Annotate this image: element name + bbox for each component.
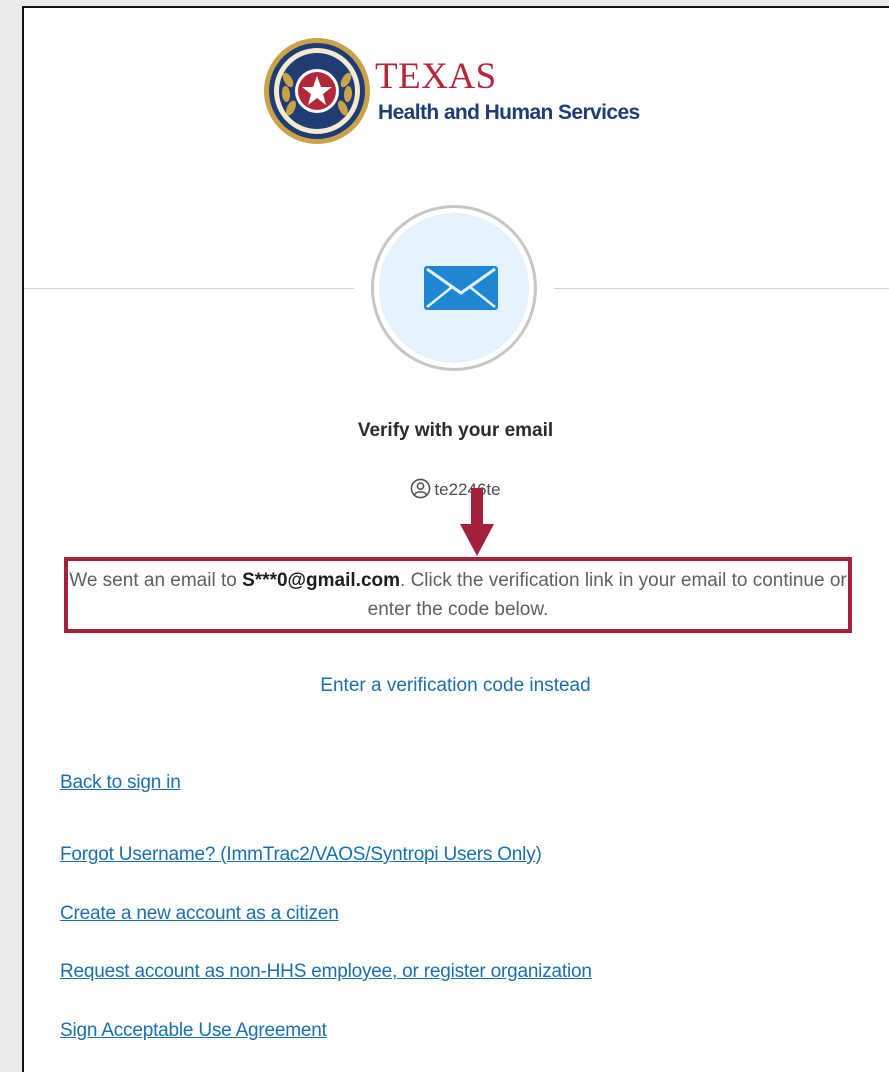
message-prefix: We sent an email to (69, 570, 243, 591)
back-to-sign-in-link[interactable]: Back to sign in (60, 772, 181, 794)
texas-hhs-logo: TEXAS Health and Human Services (262, 36, 682, 146)
divider-right (554, 288, 889, 289)
enter-code-link[interactable]: Enter a verification code instead (24, 675, 887, 697)
divider-left (24, 288, 354, 289)
message-suffix: . Click the verification link in your em… (367, 570, 847, 620)
envelope-icon (424, 266, 498, 310)
texas-seal-icon (264, 38, 370, 144)
request-account-link[interactable]: Request account as non-HHS employee, or … (60, 961, 592, 983)
annotation-arrow-icon (460, 488, 494, 556)
logo-title: TEXAS (375, 56, 497, 97)
factor-badge (371, 205, 537, 371)
page-title: Verify with your email (357, 420, 554, 441)
masked-email: S***0@gmail.com (242, 570, 401, 591)
forgot-username-link[interactable]: Forgot Username? (ImmTrac2/VAOS/Syntropi… (60, 844, 542, 866)
verify-card: TEXAS Health and Human Services Verify w… (22, 6, 889, 1072)
username-display: te2246te (24, 478, 887, 500)
create-account-link[interactable]: Create a new account as a citizen (60, 903, 339, 925)
user-icon (411, 478, 431, 499)
email-sent-message: We sent an email to S***0@gmail.com. Cli… (64, 557, 852, 633)
sign-agreement-link[interactable]: Sign Acceptable Use Agreement (60, 1020, 327, 1042)
logo-subtitle: Health and Human Services (378, 101, 640, 124)
